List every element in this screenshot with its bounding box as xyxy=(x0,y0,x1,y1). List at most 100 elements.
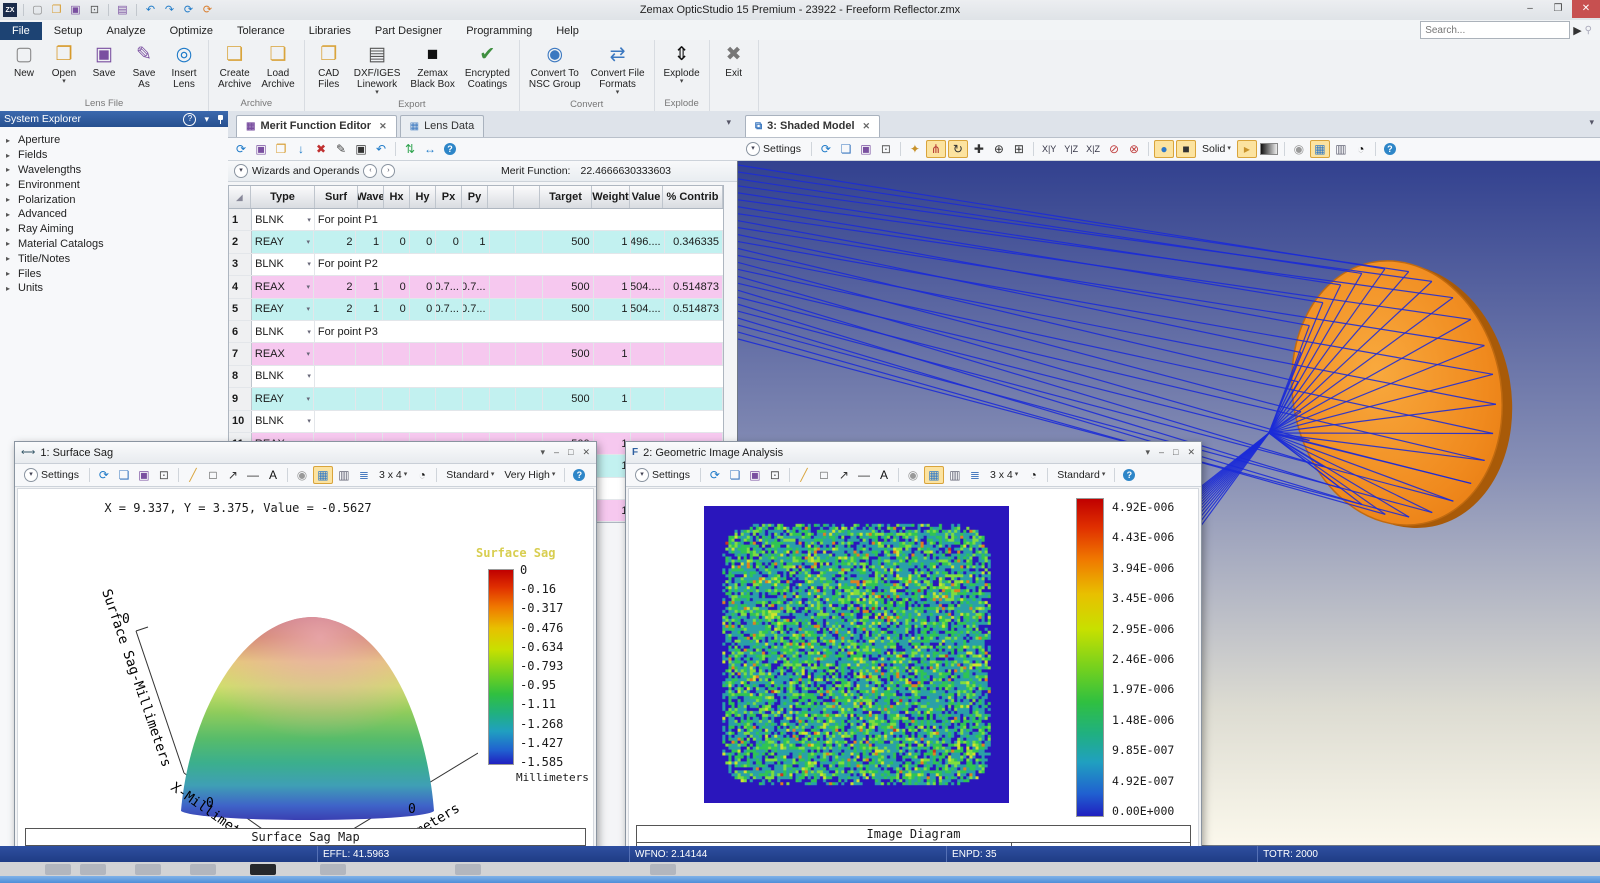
pencil-icon[interactable]: ╱ xyxy=(795,467,813,483)
operand-type-cell[interactable]: BLNK ▾ xyxy=(252,209,315,231)
ribbon-tab-libraries[interactable]: Libraries xyxy=(297,22,363,40)
insert-lens-button[interactable]: ◎ Insert Lens xyxy=(164,42,204,92)
yz-view-button[interactable]: Y|Z xyxy=(1061,143,1081,155)
column-header-blank[interactable] xyxy=(488,186,514,208)
chevron-down-icon[interactable]: ▾ xyxy=(307,216,311,224)
refresh-orange-icon[interactable]: ⟳ xyxy=(200,3,215,17)
search-input[interactable] xyxy=(1420,21,1571,39)
value-cell[interactable] xyxy=(314,388,357,410)
app-logo-icon[interactable]: ZX xyxy=(3,3,17,17)
table-row[interactable]: 7 REAX ▾ 500 1 xyxy=(229,343,723,366)
value-cell[interactable] xyxy=(463,343,490,365)
copy-icon[interactable]: ❏ xyxy=(726,467,744,483)
refresh-blue-icon[interactable]: ⟳ xyxy=(181,3,196,17)
column-header-Surf[interactable]: Surf xyxy=(315,186,358,208)
value-cell[interactable]: 0.7... xyxy=(463,276,490,298)
table-row[interactable]: 1 BLNK ▾ For point P1 xyxy=(229,209,723,232)
close-icon[interactable]: ✕ xyxy=(379,121,387,132)
ribbon-tab-file[interactable]: File xyxy=(0,22,42,40)
print-icon[interactable]: ⊡ xyxy=(877,141,895,157)
arrow-ne-icon[interactable]: ↗ xyxy=(835,467,853,483)
sidebar-item-title-notes[interactable]: ▸ Title/Notes xyxy=(0,251,228,266)
chevron-down-icon[interactable]: ▾ xyxy=(307,260,311,268)
value-cell[interactable] xyxy=(490,276,517,298)
taskbar-app-icon[interactable] xyxy=(455,864,481,875)
minimize-icon[interactable]: – xyxy=(1159,447,1164,458)
chevron-down-icon[interactable]: ▾ xyxy=(540,447,545,458)
table-row[interactable]: 3 BLNK ▾ For point P2 xyxy=(229,253,723,277)
value-cell[interactable]: 500 xyxy=(543,298,594,320)
value-cell[interactable]: 2 xyxy=(314,276,357,298)
open-folder-icon[interactable]: ❐ xyxy=(272,141,290,157)
save-as-button[interactable]: ✎ Save As xyxy=(124,42,164,92)
value-cell[interactable]: 0 xyxy=(410,298,437,320)
standard-dropdown[interactable]: Standard ▾ xyxy=(1053,468,1109,482)
table-row[interactable]: 10 BLNK ▾ xyxy=(229,410,723,433)
taskbar-app-icon[interactable] xyxy=(320,864,346,875)
load-archive-button[interactable]: ❏ Load Archive xyxy=(256,42,299,92)
settings-button[interactable]: ▾ Settings xyxy=(741,141,806,157)
value-cell[interactable] xyxy=(436,343,463,365)
value-cell[interactable]: 0 xyxy=(383,298,410,320)
chevron-down-icon[interactable]: ▾ xyxy=(306,350,310,358)
value-cell[interactable]: 496.... xyxy=(631,231,665,253)
save-disk-icon[interactable]: ▣ xyxy=(252,141,270,157)
value-cell[interactable]: 1 xyxy=(356,231,384,253)
column-header-Hx[interactable]: Hx xyxy=(384,186,410,208)
sidebar-item-advanced[interactable]: ▸ Advanced xyxy=(0,207,228,222)
exit-button[interactable]: ✖ Exit xyxy=(714,42,754,81)
stack-icon[interactable]: ≣ xyxy=(966,467,984,483)
value-cell[interactable] xyxy=(665,388,723,410)
flashlight-icon[interactable]: ▸ xyxy=(1236,140,1257,158)
value-cell[interactable]: 1 xyxy=(594,298,632,320)
chevron-down-icon[interactable]: ▾ xyxy=(306,238,310,246)
value-cell[interactable]: 1 xyxy=(356,298,384,320)
pan-icon[interactable]: ⊞ xyxy=(1010,141,1028,157)
next-icon[interactable]: › xyxy=(381,164,396,178)
arrow-ne-icon[interactable]: ↗ xyxy=(224,467,242,483)
value-cell[interactable] xyxy=(490,231,517,253)
surface-sag-title-bar[interactable]: ⟷ 1: Surface Sag ▾ – □ ✕ xyxy=(15,442,596,464)
cad-files-button[interactable]: ❐ CAD Files xyxy=(309,42,349,92)
value-cell[interactable]: 1 xyxy=(356,276,384,298)
swap-vert-icon[interactable]: ⇅ xyxy=(401,141,419,157)
value-cell[interactable]: 504.... xyxy=(631,298,665,320)
save-button[interactable]: ▣ Save xyxy=(84,42,124,81)
new-button[interactable]: ▢ New xyxy=(4,42,44,81)
value-cell[interactable] xyxy=(516,388,543,410)
dark-face-icon[interactable]: ■ xyxy=(1175,140,1196,158)
help-icon[interactable]: ? xyxy=(570,467,588,483)
explode-button[interactable]: ⇕ Explode ▾ xyxy=(659,42,705,87)
value-cell[interactable]: 0 xyxy=(383,276,410,298)
solid-dropdown[interactable]: Solid ▾ xyxy=(1198,142,1235,156)
3-x-4-dropdown[interactable]: 3 x 4 ▾ xyxy=(986,468,1022,482)
ribbon-tab-setup[interactable]: Setup xyxy=(42,22,95,40)
value-cell[interactable]: 1 xyxy=(594,276,632,298)
taskbar-app-icon[interactable] xyxy=(45,864,71,875)
copy-icon[interactable]: ❏ xyxy=(115,467,133,483)
save-disk-icon[interactable]: ▣ xyxy=(68,3,83,17)
text-icon[interactable]: A xyxy=(264,467,282,483)
rect-icon[interactable]: □ xyxy=(204,467,222,483)
operand-type-cell[interactable]: REAX ▾ xyxy=(252,276,314,298)
operand-type-cell[interactable]: REAY ▾ xyxy=(252,231,314,253)
table-row[interactable]: 6 BLNK ▾ For point P3 xyxy=(229,320,723,344)
column-header-Target[interactable]: Target xyxy=(540,186,592,208)
minimize-button[interactable]: – xyxy=(1516,0,1544,18)
gradient-icon[interactable] xyxy=(1259,141,1279,157)
no-spin-icon[interactable]: ⊘ xyxy=(1105,141,1123,157)
sidebar-item-polarization[interactable]: ▸ Polarization xyxy=(0,192,228,207)
value-cell[interactable]: 0 xyxy=(410,276,437,298)
value-cell[interactable]: 500 xyxy=(543,231,594,253)
sidebar-item-aperture[interactable]: ▸ Aperture xyxy=(0,133,228,148)
gia-title-bar[interactable]: F 2: Geometric Image Analysis ▾ – □ ✕ xyxy=(626,442,1201,464)
comment-cell[interactable]: For point P2 xyxy=(315,254,723,275)
value-cell[interactable]: 0.514873 xyxy=(665,298,723,320)
help-icon[interactable]: ? xyxy=(1381,141,1399,157)
value-cell[interactable]: 0.7... xyxy=(463,298,490,320)
column-header-Type[interactable]: Type xyxy=(251,186,315,208)
chevron-down-icon[interactable]: ▾ xyxy=(204,114,209,125)
sidebar-item-files[interactable]: ▸ Files xyxy=(0,266,228,281)
copy-icon[interactable]: ❏ xyxy=(837,141,855,157)
dot-box-icon[interactable]: ▣ xyxy=(352,141,370,157)
